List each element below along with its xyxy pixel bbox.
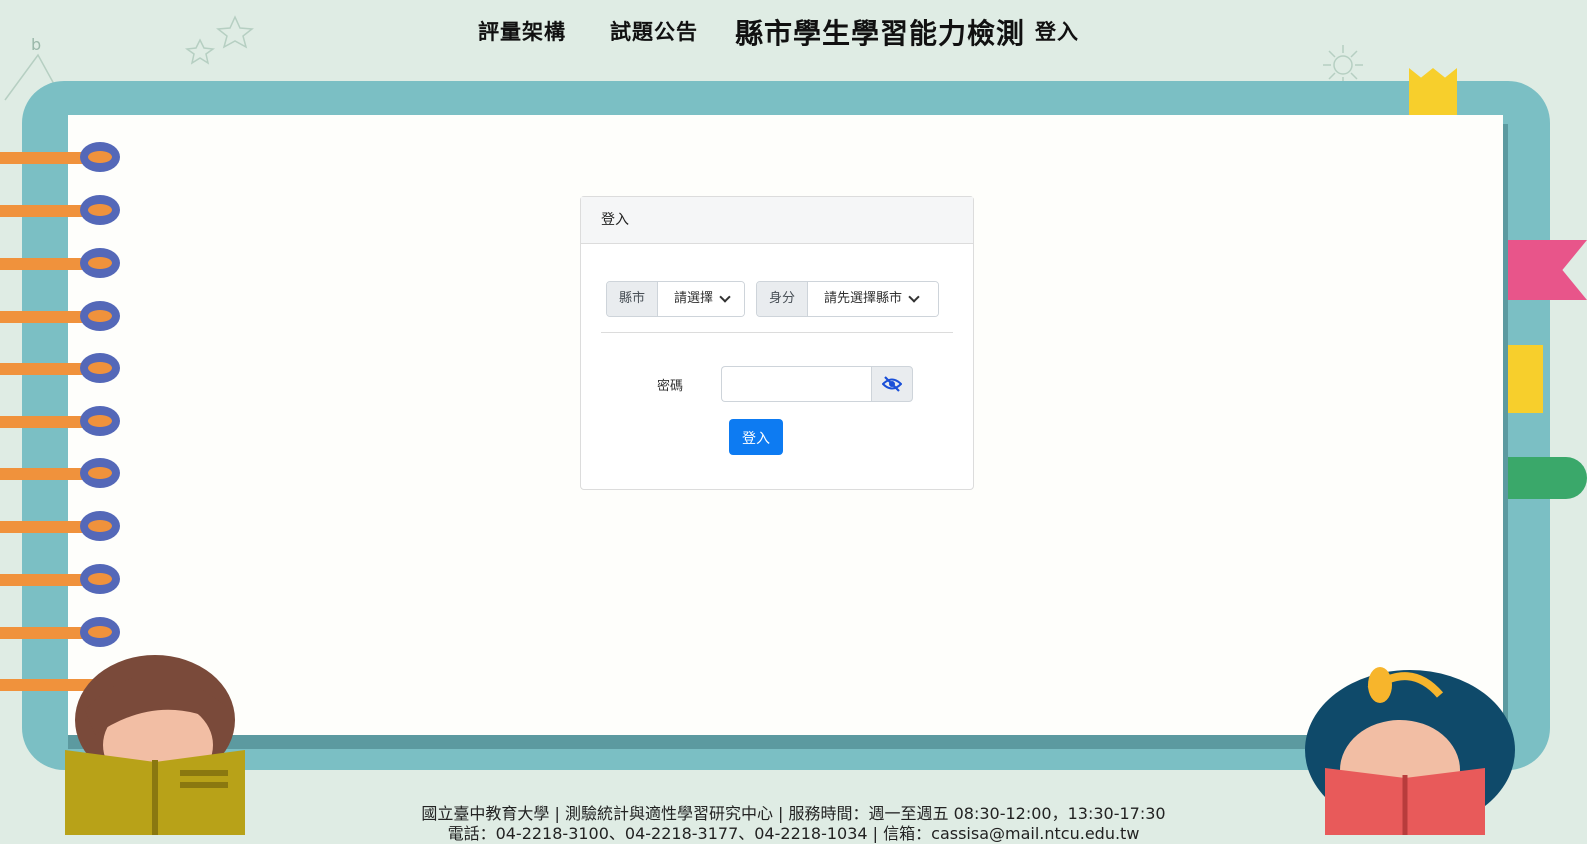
county-select-value: 請選擇 [674, 291, 714, 306]
ring-hole [80, 458, 120, 488]
ring-hole [80, 195, 120, 225]
eye-slash-icon [882, 376, 902, 392]
notebook-tab-green [1505, 457, 1587, 499]
ring-hole [80, 353, 120, 383]
ring-hole [80, 142, 120, 172]
chevron-down-icon [719, 291, 731, 303]
login-card: 登入 縣市 請選擇 身分 請先選擇縣市 密碼 登入 [580, 196, 974, 490]
password-visibility-toggle[interactable] [871, 366, 913, 402]
password-input[interactable] [721, 366, 871, 402]
county-label: 縣市 [607, 282, 659, 316]
ring-hole [80, 564, 120, 594]
notebook-tab-yellow [1505, 345, 1543, 413]
login-card-header: 登入 [581, 197, 973, 244]
footer-contact: 電話：04-2218-3100、04-2218-3177、04-2218-103… [447, 824, 1140, 843]
password-label: 密碼 [657, 379, 684, 394]
bookmark-ribbon [1409, 68, 1457, 116]
identity-select[interactable]: 請先選擇縣市 [808, 282, 939, 316]
identity-select-value: 請先選擇縣市 [824, 291, 903, 306]
chevron-down-icon [908, 291, 920, 303]
county-select[interactable]: 請選擇 [658, 282, 745, 316]
divider [601, 332, 953, 333]
ring-hole [80, 617, 120, 647]
svg-text:b: b [31, 35, 41, 54]
identity-label: 身分 [757, 282, 809, 316]
ring-hole [80, 301, 120, 331]
identity-select-group: 身分 請先選擇縣市 [756, 281, 940, 317]
ring-hole [80, 511, 120, 541]
login-submit-button[interactable]: 登入 [729, 419, 783, 455]
county-select-group: 縣市 請選擇 [606, 281, 746, 317]
ring-hole [80, 248, 120, 278]
ring-hole [80, 406, 120, 436]
